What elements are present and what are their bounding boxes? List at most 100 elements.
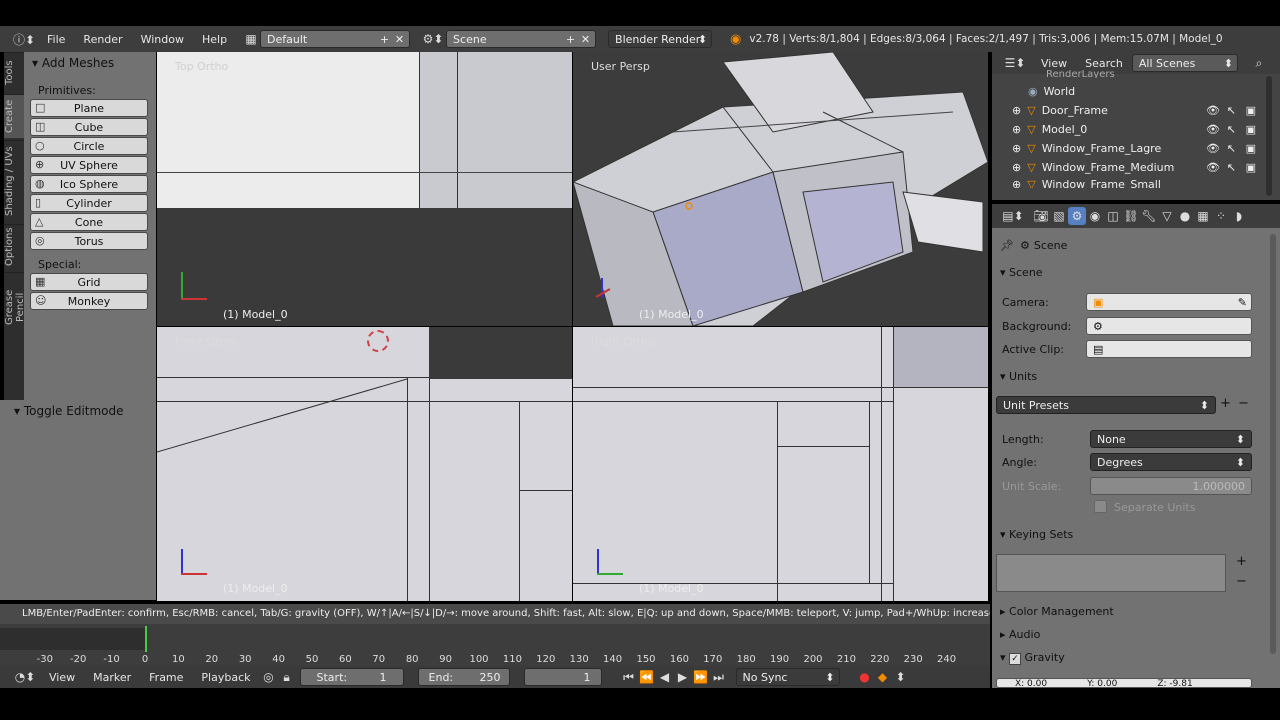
jump-start-icon[interactable]: ⏮	[620, 668, 638, 686]
remove-keying-set-icon[interactable]: −	[1236, 574, 1247, 589]
scene-icon[interactable]: ⚙⬍	[420, 30, 446, 48]
properties-scrollbar[interactable]	[1270, 234, 1276, 654]
preview-range-icon[interactable]: ◎	[260, 668, 278, 686]
menu-render[interactable]: Render	[74, 33, 131, 46]
layout-grid-icon[interactable]: ▦	[242, 30, 260, 48]
outliner-row-window-frame-lagre[interactable]: ⊕ ▽ Window_Frame_Lagre 👁︎ ↖ ▣	[992, 139, 1264, 157]
physics-tab-icon[interactable]: ◗	[1230, 207, 1248, 225]
expand-icon[interactable]: ⊕	[1012, 123, 1021, 136]
add-keying-set-icon[interactable]: +	[1236, 554, 1247, 569]
render-camera-icon[interactable]: ▣	[1246, 123, 1256, 136]
angle-dropdown[interactable]: Degrees ⬍	[1090, 453, 1252, 471]
outliner-row-window-frame-small[interactable]: ⊕ ▽ Window_Frame_Small	[992, 178, 1264, 188]
add-scene-icon[interactable]: +	[566, 33, 575, 46]
data-tab-icon[interactable]: ▽	[1158, 207, 1176, 225]
world-tab-icon[interactable]: ◉	[1086, 207, 1104, 225]
menu-help[interactable]: Help	[193, 33, 236, 46]
render-camera-icon[interactable]: ▣	[1246, 142, 1256, 155]
add-ico-sphere-button[interactable]: ◍ Ico Sphere	[30, 175, 148, 193]
audio-panel-header[interactable]: ▸ Audio	[1000, 628, 1040, 641]
keying-sets-panel-header[interactable]: ▾ Keying Sets	[1000, 528, 1073, 541]
timeline-menu-marker[interactable]: Marker	[84, 671, 140, 684]
tab-options[interactable]: Options	[4, 224, 24, 270]
outliner-scrollbar[interactable]	[1266, 76, 1272, 196]
add-torus-button[interactable]: ◎ Torus	[30, 232, 148, 250]
outliner-row-window-frame-medium[interactable]: ⊕ ▽ Window_Frame_Medium 👁︎ ↖ ▣	[992, 158, 1264, 176]
outliner-row-model-0[interactable]: ⊕ ▽ Model_0 👁︎ ↖ ▣	[992, 120, 1264, 138]
properties-editor-icon[interactable]: ▤⬍	[1000, 207, 1026, 225]
timeline-menu-frame[interactable]: Frame	[140, 671, 192, 684]
remove-scene-icon[interactable]: ✕	[581, 33, 590, 46]
current-frame-field[interactable]: 1	[523, 668, 602, 686]
viewport-right-ortho[interactable]: Right Ortho (1) Model_0	[573, 327, 988, 601]
timeline-menu-view[interactable]: View	[40, 671, 84, 684]
eye-icon[interactable]: 👁︎	[1206, 123, 1220, 136]
add-cylinder-button[interactable]: ▯ Cylinder	[30, 194, 148, 212]
outliner-row-world[interactable]: ◉ World	[992, 82, 1264, 100]
timeline-area[interactable]: -30 -20 -10 0 10 20 30 40 50 60 70 80 90 100 110 120 130…	[0, 624, 990, 666]
end-frame-field[interactable]: End: 250	[417, 668, 510, 686]
remove-layout-icon[interactable]: ✕	[395, 33, 404, 46]
gravity-panel-header[interactable]: ▾ ✓ Gravity	[1000, 651, 1065, 665]
keying-sets-list[interactable]	[996, 554, 1226, 592]
active-clip-field[interactable]: ▤	[1086, 340, 1252, 358]
jump-keyframe-back-icon[interactable]: ⏪	[638, 668, 656, 686]
add-uv-sphere-button[interactable]: ⊕ UV Sphere	[30, 156, 148, 174]
scene-tab-icon[interactable]: ⚙	[1068, 207, 1086, 225]
gravity-checkbox[interactable]: ✓	[1009, 653, 1022, 665]
add-meshes-panel-header[interactable]: ▾ Add Meshes	[24, 52, 156, 74]
expand-icon[interactable]: ⊕	[1012, 142, 1021, 155]
render-camera-icon[interactable]: ▣	[1246, 161, 1256, 174]
render-engine-dropdown[interactable]: Blender Render ⬍	[608, 30, 713, 48]
scene-panel-header[interactable]: ▾ Scene	[1000, 266, 1043, 279]
keyframe-dropdown-icon[interactable]: ⬍	[892, 668, 910, 686]
eye-icon[interactable]: 👁︎	[1206, 142, 1220, 155]
add-plane-button[interactable]: □ Plane	[30, 99, 148, 117]
outliner-menu-view[interactable]: View	[1032, 57, 1076, 70]
start-frame-field[interactable]: Start: 1	[299, 668, 404, 686]
viewport-user-persp[interactable]: User Persp (1) Model_0	[573, 52, 988, 326]
play-reverse-icon[interactable]: ◀	[656, 668, 674, 686]
playhead[interactable]	[145, 626, 147, 652]
add-circle-button[interactable]: ○ Circle	[30, 137, 148, 155]
toggle-editmode-panel-header[interactable]: ▾ Toggle Editmode	[0, 400, 156, 422]
sync-dropdown[interactable]: No Sync ⬍	[735, 668, 840, 686]
jump-keyframe-forward-icon[interactable]: ⏩	[692, 668, 710, 686]
outliner-menu-search[interactable]: Search	[1076, 57, 1132, 70]
separate-units-checkbox[interactable]	[1094, 500, 1107, 513]
expand-icon[interactable]: ⊕	[1012, 104, 1021, 117]
tab-grease-pencil[interactable]: Grease Pencil	[4, 272, 26, 342]
scene-selector[interactable]: Scene + ✕	[446, 30, 597, 48]
lock-icon[interactable]: 🔒︎	[278, 668, 296, 686]
eye-icon[interactable]: 👁︎	[1206, 104, 1220, 117]
render-tab-icon[interactable]: 📷︎	[1032, 207, 1050, 225]
render-camera-icon[interactable]: ▣	[1246, 104, 1256, 117]
eyedropper-icon[interactable]: ✎	[1238, 296, 1247, 309]
expand-icon[interactable]: ⊕	[1012, 178, 1021, 188]
info-editor-icon[interactable]: ⓘ⬍	[10, 30, 38, 48]
remove-preset-icon[interactable]: −	[1238, 396, 1249, 411]
expand-icon[interactable]: ⊕	[1012, 161, 1021, 174]
eye-icon[interactable]: 👁︎	[1206, 161, 1220, 174]
background-scene-field[interactable]: ⚙	[1086, 317, 1252, 335]
record-icon[interactable]: ●	[856, 668, 874, 686]
cursor-select-icon[interactable]: ↖	[1227, 104, 1236, 117]
camera-field[interactable]: ▣ ✎	[1086, 293, 1252, 311]
timeline-editor-icon[interactable]: ◔⬍	[10, 668, 40, 686]
cursor-select-icon[interactable]: ↖	[1227, 161, 1236, 174]
length-dropdown[interactable]: None ⬍	[1090, 430, 1252, 448]
viewport-top-ortho[interactable]: Top Ortho (1) Model_0	[157, 52, 572, 326]
material-tab-icon[interactable]: ●	[1176, 207, 1194, 225]
color-management-panel-header[interactable]: ▸ Color Management	[1000, 605, 1114, 618]
tab-shading-uvs[interactable]: Shading / UVs	[4, 140, 24, 222]
add-grid-button[interactable]: ▦ Grid	[30, 273, 148, 291]
outliner-row[interactable]: RenderLayers	[992, 70, 1264, 78]
keying-set-icon[interactable]: ◆	[874, 668, 892, 686]
constraints-tab-icon[interactable]: ⛓︎	[1122, 207, 1140, 225]
jump-end-icon[interactable]: ⏭	[710, 668, 728, 686]
add-layout-icon[interactable]: +	[380, 33, 389, 46]
menu-file[interactable]: File	[38, 33, 74, 46]
play-icon[interactable]: ▶	[674, 668, 692, 686]
texture-tab-icon[interactable]: ▦	[1194, 207, 1212, 225]
layout-selector[interactable]: Default + ✕	[260, 30, 411, 48]
